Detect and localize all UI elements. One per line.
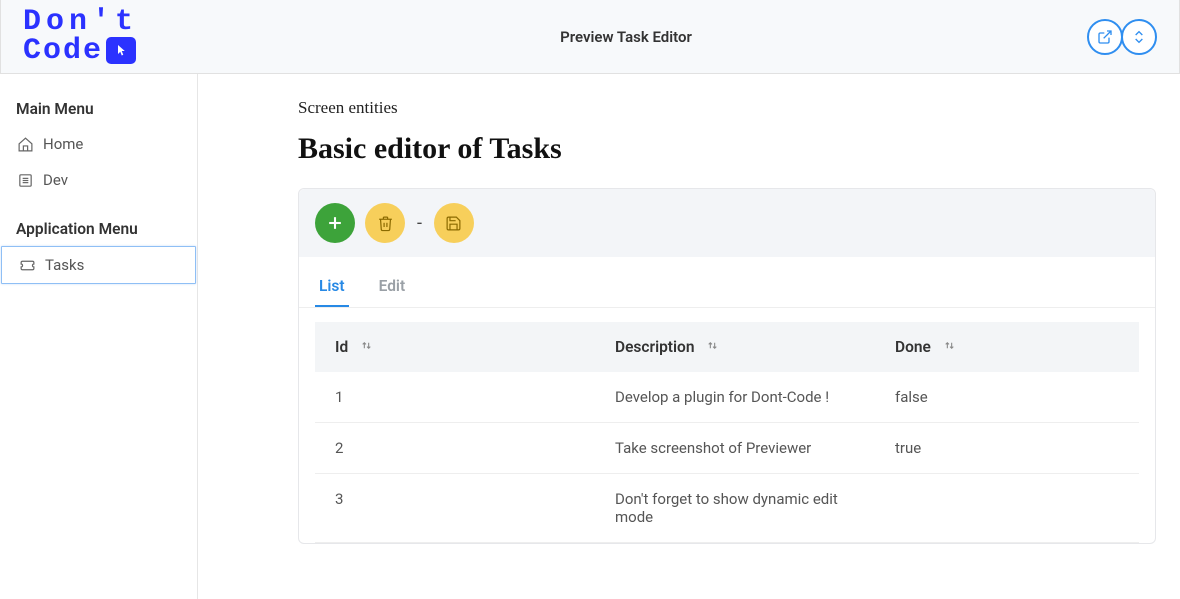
column-label: Id [335, 338, 348, 356]
table-cell-done [875, 474, 1139, 543]
sidebar-item-home[interactable]: Home [0, 126, 197, 162]
editor-panel: - List Edit Id [298, 188, 1156, 544]
table-cell-done: true [875, 423, 1139, 474]
sort-icon [706, 338, 719, 356]
ticket-icon [18, 256, 36, 274]
chevrons-vertical-icon [1131, 29, 1147, 45]
topbar: Don't Code Preview Task Editor [0, 0, 1180, 74]
toolbar-separator: - [415, 213, 424, 234]
page-title: Basic editor of Tasks [298, 132, 1156, 166]
save-button[interactable] [434, 203, 474, 243]
column-label: Done [895, 338, 931, 356]
column-label: Description [615, 338, 694, 356]
table-wrap: Id Description [299, 308, 1155, 543]
table-cell-done: false [875, 372, 1139, 423]
column-description[interactable]: Description [595, 322, 875, 372]
sidebar-item-dev[interactable]: Dev [0, 162, 197, 198]
table-cell-description: Develop a plugin for Dont-Code ! [595, 372, 875, 423]
logo-text: Don't Code [23, 8, 138, 65]
page-title-header: Preview Task Editor [163, 28, 1089, 46]
delete-button[interactable] [365, 203, 405, 243]
sort-icon [943, 338, 956, 356]
add-button[interactable] [315, 203, 355, 243]
table-row[interactable]: 1Develop a plugin for Dont-Code !false [315, 372, 1139, 423]
column-id[interactable]: Id [315, 322, 595, 372]
content: Screen entities Basic editor of Tasks - … [198, 74, 1180, 599]
table-cell-description: Don't forget to show dynamic edit mode [595, 474, 875, 543]
logo-line1: Don't [23, 8, 138, 37]
logo-line2: Code [23, 37, 103, 66]
table-cell-id: 3 [315, 474, 595, 543]
external-link-icon [1097, 29, 1113, 45]
external-link-button[interactable] [1087, 19, 1123, 55]
topbar-actions [1089, 19, 1157, 55]
save-icon [445, 215, 462, 232]
sidebar-item-tasks[interactable]: Tasks [1, 246, 196, 284]
list-icon [16, 171, 34, 189]
table-cell-id: 2 [315, 423, 595, 474]
panel-toolbar: - [299, 189, 1155, 257]
resize-button[interactable] [1121, 19, 1157, 55]
menu-heading-main: Main Menu [0, 92, 197, 126]
trash-icon [377, 215, 394, 232]
tab-list[interactable]: List [315, 267, 349, 307]
table-cell-id: 1 [315, 372, 595, 423]
sidebar-item-label: Dev [43, 171, 68, 189]
home-icon [16, 135, 34, 153]
layout: Main Menu Home Dev Application Menu Task… [0, 74, 1180, 599]
breadcrumb: Screen entities [298, 98, 1156, 118]
menu-heading-app: Application Menu [0, 212, 197, 246]
column-done[interactable]: Done [875, 322, 1139, 372]
pointer-icon [106, 37, 136, 64]
tab-edit[interactable]: Edit [375, 267, 410, 307]
sidebar-item-label: Home [43, 135, 83, 153]
table-cell-description: Take screenshot of Previewer [595, 423, 875, 474]
table-row[interactable]: 3Don't forget to show dynamic edit mode [315, 474, 1139, 543]
sidebar-item-label: Tasks [45, 256, 84, 274]
sidebar: Main Menu Home Dev Application Menu Task… [0, 74, 198, 599]
tasks-table: Id Description [315, 322, 1139, 543]
table-row[interactable]: 2Take screenshot of Previewertrue [315, 423, 1139, 474]
plus-icon [325, 213, 345, 233]
tabs: List Edit [299, 267, 1155, 308]
sort-icon [360, 338, 373, 356]
logo[interactable]: Don't Code [23, 8, 163, 65]
